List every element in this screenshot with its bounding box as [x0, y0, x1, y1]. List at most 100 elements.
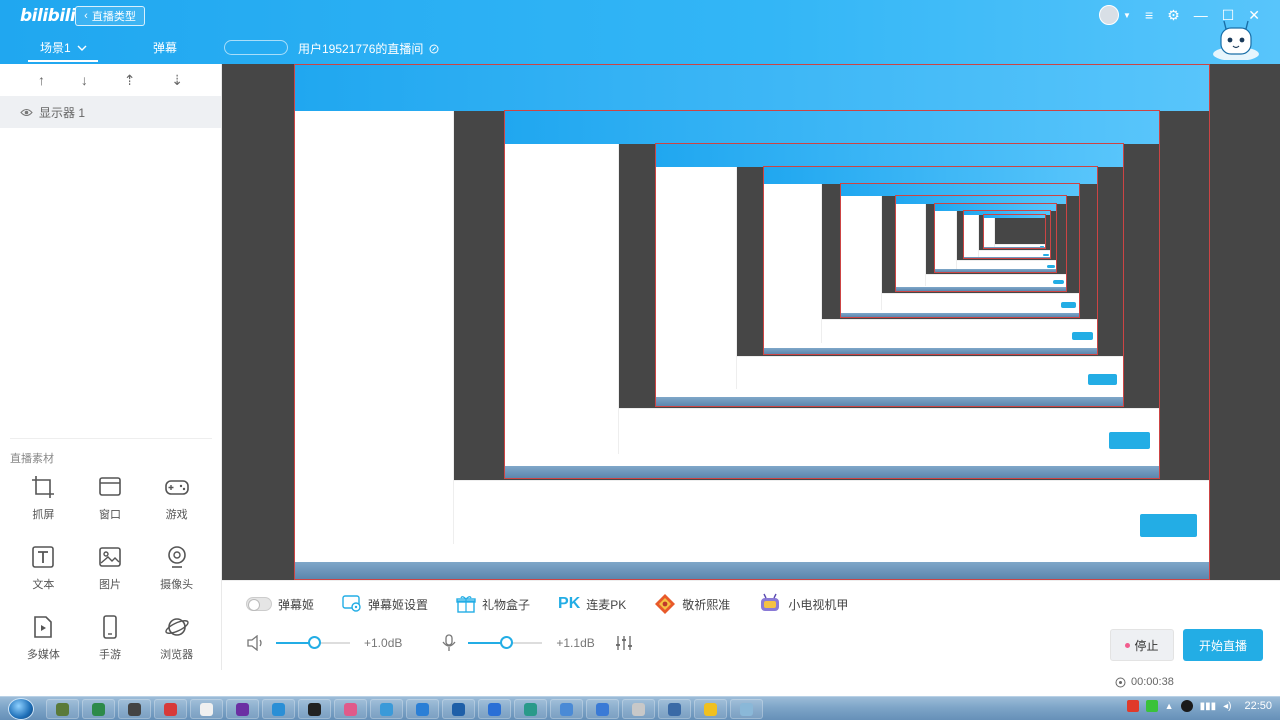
list-item-source[interactable]: 显示器 1 — [0, 96, 221, 128]
gamepad-icon — [164, 480, 189, 495]
taskbar-app[interactable] — [730, 699, 763, 719]
taskbar-app[interactable] — [694, 699, 727, 719]
tv-mecha-button[interactable]: 小电视机甲 — [758, 593, 848, 615]
volume-icon[interactable]: ◂) — [1223, 701, 1231, 712]
bilibili-logo: bilibili — [20, 6, 76, 26]
pray-button[interactable]: 敬祈熙准 — [654, 593, 730, 615]
tray-expand-icon[interactable]: ▲ — [1165, 701, 1174, 711]
taskbar-app[interactable] — [298, 699, 331, 719]
clock-icon — [1115, 677, 1126, 687]
slider-knob[interactable] — [500, 636, 514, 649]
taskbar-app[interactable] — [190, 699, 223, 719]
material-browser[interactable]: 浏览器 — [143, 614, 210, 662]
live-timer: 00:00:38 — [1115, 676, 1174, 688]
material-crop[interactable]: 抓屏 — [10, 474, 77, 522]
taskbar-app[interactable] — [334, 699, 367, 719]
taskbar-app[interactable] — [226, 699, 259, 719]
taskbar-app[interactable] — [442, 699, 475, 719]
taskbar-app[interactable] — [622, 699, 655, 719]
danmu-ji-settings-button[interactable]: 弹幕姬设置 — [342, 595, 428, 613]
gear-icon[interactable]: ⚙ — [1167, 7, 1180, 24]
live-type-back-button[interactable]: ‹ 直播类型 — [75, 6, 145, 26]
app-icon — [272, 702, 285, 716]
mirror-part — [895, 287, 1066, 291]
taskbar-app[interactable] — [370, 699, 403, 719]
app-icon — [524, 702, 537, 716]
monitor-settings-icon — [342, 595, 361, 612]
network-icon[interactable]: ▮▮▮ — [1200, 701, 1217, 712]
mirror-part — [655, 397, 1124, 406]
taskbar-app[interactable] — [550, 699, 583, 719]
material-game[interactable]: 游戏 — [143, 474, 210, 522]
mirror-part — [505, 110, 1159, 144]
qq-icon[interactable] — [1180, 700, 1193, 712]
windows-start-icon[interactable] — [8, 698, 34, 720]
caret-down-icon[interactable]: ▼ — [1123, 11, 1131, 20]
move-bottom-icon[interactable]: ⇣ — [171, 72, 183, 89]
app-icon — [128, 702, 141, 716]
danmu-ji-toggle[interactable]: 弹幕姬 — [246, 596, 314, 613]
speaker-volume-slider[interactable] — [276, 636, 350, 649]
taskbar-clock[interactable]: 22:50 — [1244, 700, 1272, 712]
stream-preview[interactable] — [222, 64, 1280, 580]
material-text[interactable]: 文本 — [10, 544, 77, 592]
mirror-part — [983, 247, 1045, 249]
avatar[interactable] — [1099, 5, 1120, 25]
tab-scene[interactable]: 场景1 — [40, 39, 87, 56]
edit-icon[interactable] — [429, 44, 439, 54]
taskbar-app[interactable] — [46, 699, 79, 719]
taskbar-app[interactable] — [154, 699, 187, 719]
taskbar-app[interactable] — [658, 699, 691, 719]
taskbar-app[interactable] — [586, 699, 619, 719]
mirror-start-button — [1052, 280, 1064, 285]
record-dot-icon — [1125, 642, 1131, 648]
mirror-part — [882, 292, 1080, 315]
taskbar-app[interactable] — [262, 699, 295, 719]
material-camera[interactable]: 摄像头 — [143, 544, 210, 592]
mic-volume-slider[interactable] — [468, 636, 543, 649]
preview-mirror-frame — [982, 213, 1046, 250]
taskbar-app[interactable] — [478, 699, 511, 719]
system-tray: ▲ ▮▮▮ ◂) 22:50 — [1126, 700, 1272, 712]
speaker-icon[interactable] — [246, 635, 266, 651]
tab-danmu[interactable]: 弹幕 — [153, 39, 177, 56]
toggle-switch[interactable] — [246, 597, 272, 611]
taskbar-app[interactable] — [514, 699, 547, 719]
tv-mecha-icon — [761, 593, 780, 611]
gift-icon — [456, 596, 476, 613]
material-window[interactable]: 窗口 — [77, 474, 144, 522]
slider-knob[interactable] — [307, 636, 321, 649]
move-top-icon[interactable]: ⇡ — [124, 72, 136, 89]
wechat-icon[interactable] — [1145, 700, 1158, 712]
room-title[interactable]: 用户19521776的直播间 — [298, 40, 439, 57]
camera-icon — [167, 546, 186, 568]
menu-icon[interactable]: ≡ — [1145, 7, 1153, 23]
taskbar-app[interactable] — [82, 699, 115, 719]
material-mobile-game[interactable]: 手游 — [77, 614, 144, 662]
room-title-text: 用户19521776的直播间 — [298, 42, 424, 56]
pk-button[interactable]: PK 连麦PK — [558, 595, 626, 613]
microphone-icon[interactable] — [440, 634, 458, 652]
material-image[interactable]: 图片 — [77, 544, 144, 592]
mirror-part — [840, 195, 883, 310]
category-pill[interactable] — [224, 40, 288, 55]
sogou-icon[interactable] — [1126, 700, 1139, 712]
mirror-part — [453, 480, 1209, 564]
gift-box-button[interactable]: 礼物盒子 — [456, 595, 530, 613]
stop-label: 停止 — [1134, 638, 1159, 653]
mirror-part — [840, 312, 1080, 318]
taskbar-app[interactable] — [406, 699, 439, 719]
mixer-icon[interactable] — [615, 634, 633, 652]
speaker-db: +1.0dB — [364, 636, 403, 650]
material-media[interactable]: 多媒体 — [10, 614, 77, 662]
mirror-start-button — [1043, 253, 1049, 256]
mirror-part — [935, 269, 1057, 272]
eye-icon[interactable] — [20, 108, 33, 117]
app-icon — [452, 702, 465, 716]
start-live-button[interactable]: 开始直播 — [1183, 629, 1263, 661]
minimize-icon[interactable]: — — [1194, 7, 1208, 23]
arrow-up-icon[interactable]: ↑ — [38, 72, 45, 88]
stop-button[interactable]: 停止 — [1110, 629, 1174, 661]
arrow-down-icon[interactable]: ↓ — [81, 72, 88, 88]
taskbar-app[interactable] — [118, 699, 151, 719]
